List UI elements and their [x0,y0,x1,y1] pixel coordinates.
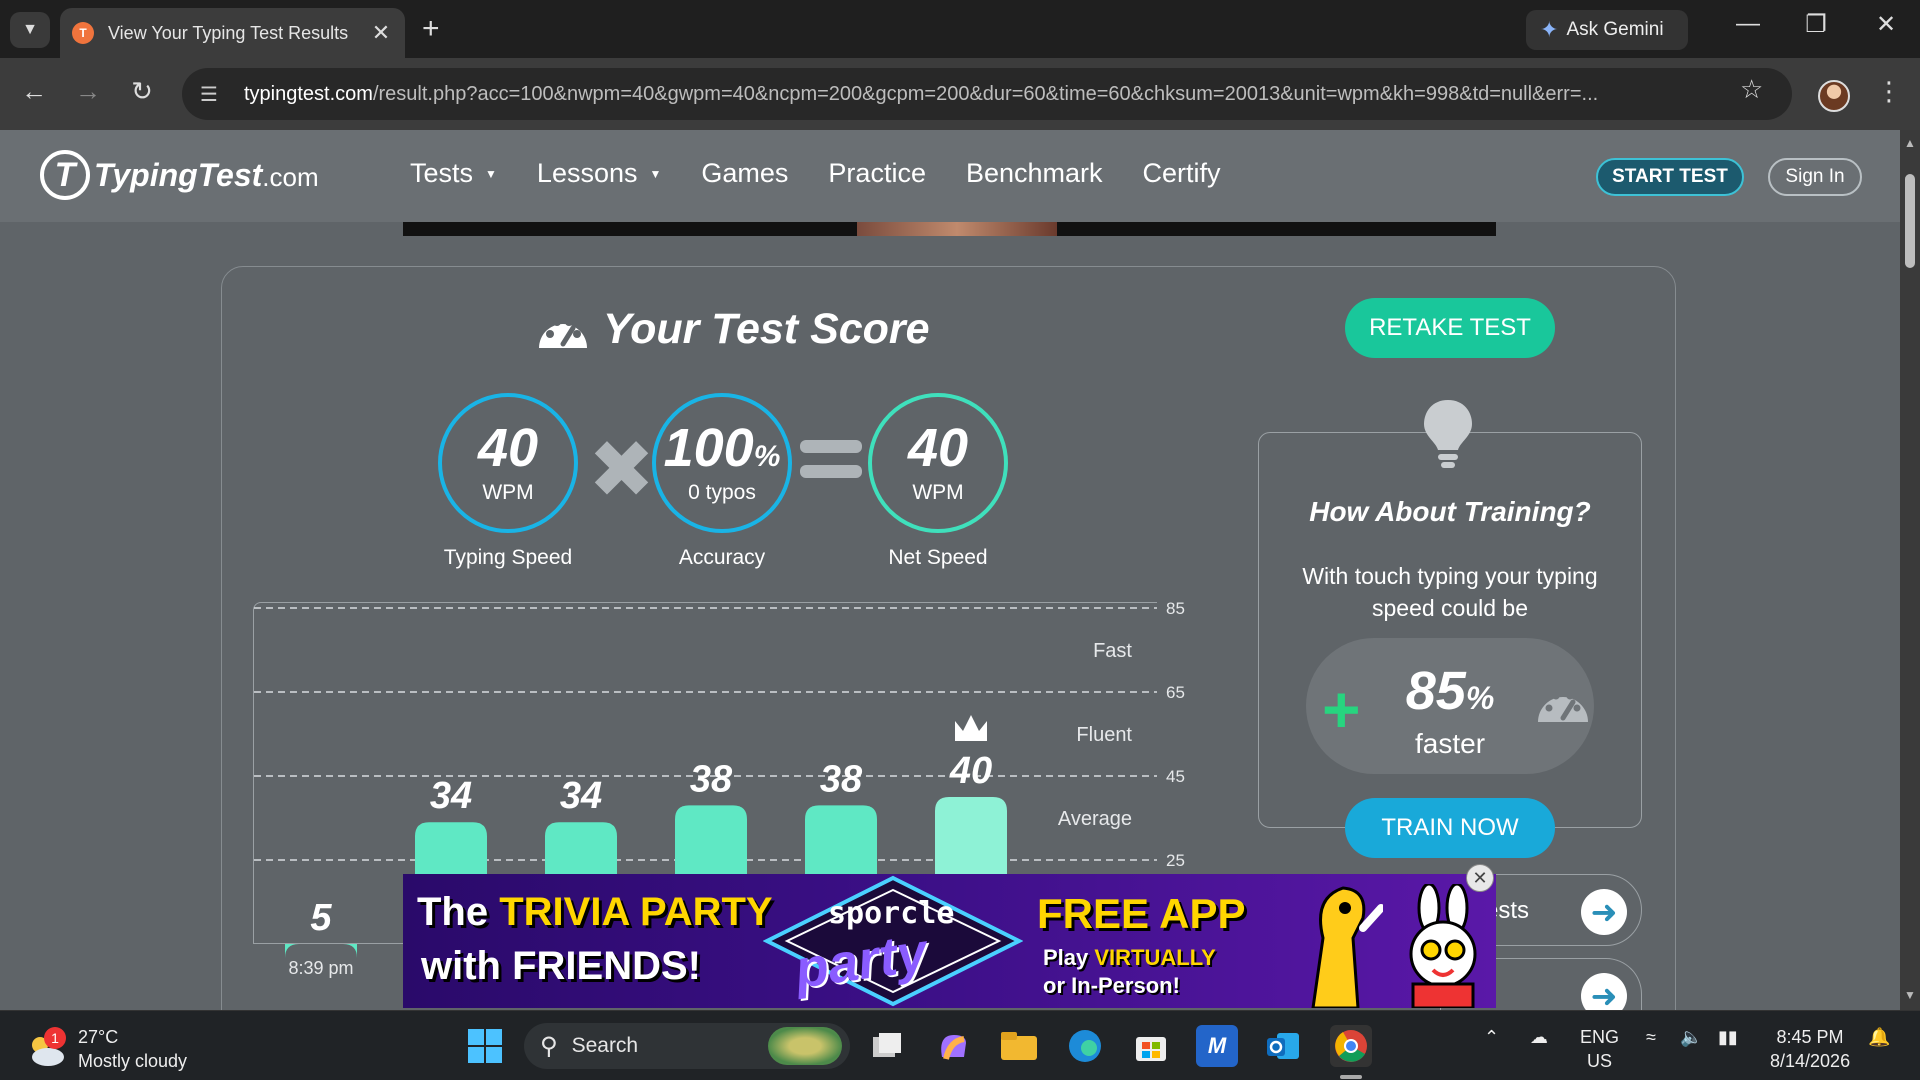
band-label: Average [1058,808,1132,830]
bar-value-label: 34 [430,775,472,817]
bookmark-star-icon[interactable]: ☆ [1740,74,1763,105]
restore-icon[interactable]: ❐ [1796,10,1836,39]
chrome-icon[interactable] [1330,1025,1372,1067]
ask-gemini-button[interactable]: ✦ Ask Gemini [1526,10,1688,50]
x-tick-label: 8:39 pm [288,958,353,978]
active-app-indicator [1340,1075,1362,1079]
close-window-icon[interactable]: ✕ [1866,10,1906,39]
y-tick-label: 25 [1166,851,1185,870]
arrow-right-icon[interactable]: ➜ [1581,889,1627,935]
lightbulb-icon [1424,400,1472,468]
ad-headline-2: with FRIENDS! [421,944,701,988]
search-highlight-image [768,1027,842,1065]
onedrive-icon[interactable]: ☁ [1530,1025,1548,1049]
ad-bunny-icon [1409,884,1477,1008]
page-scrollbar[interactable]: ▲ ▼ [1900,130,1920,1010]
bar-value-label: 5 [310,897,332,939]
search-icon: ⚲ [540,1032,558,1060]
ad-play-text: Play VIRTUALLY or In-Person! [1043,945,1216,998]
minimize-icon[interactable]: — [1728,10,1768,38]
retake-test-button[interactable]: RETAKE TEST [1345,298,1555,358]
improvement-percent: 85% [1405,661,1495,721]
microsoft-store-icon[interactable] [1130,1025,1172,1067]
windows-taskbar: 1 27°C Mostly cloudy ⚲ Search M ⌃ ☁ ENG US… [0,1010,1920,1080]
crown-icon [955,715,987,741]
gemini-sparkle-icon: ✦ [1540,17,1559,42]
show-hidden-icons[interactable]: ⌃ [1484,1025,1499,1049]
y-tick-label: 65 [1166,683,1185,702]
scroll-up-icon[interactable]: ▲ [1904,136,1916,150]
bar-value-label: 40 [949,750,992,792]
band-label: Fast [1093,640,1132,662]
clock[interactable]: 8:45 PM 8/14/2026 [1770,1025,1850,1073]
weather-alert-badge: 1 [44,1027,66,1049]
copilot-icon[interactable] [932,1025,974,1067]
y-tick-label: 45 [1166,767,1185,786]
history-chart: 25 45 65 85 Average Fluent Fast 5 8:39 pm 34 34 38 3… [254,599,1185,978]
browser-menu-icon[interactable]: ⋮ [1876,76,1902,107]
band-label: Fluent [1076,724,1132,746]
volume-icon[interactable]: 🔈 [1680,1025,1702,1049]
ad-free-app: FREE APP [1037,890,1246,937]
battery-icon[interactable]: ▮▮ [1718,1025,1738,1049]
training-text: With touch typing your typing speed coul… [1302,563,1598,621]
scroll-down-icon[interactable]: ▼ [1904,988,1916,1002]
speedometer-icon [1538,692,1588,722]
faster-label: faster [1414,728,1486,759]
ad-mascot-icon [1311,886,1383,1008]
plus-icon: + [1322,672,1361,746]
weather-condition: Mostly cloudy [78,1051,188,1071]
ad-close-button[interactable]: ✕ [1466,864,1494,892]
notifications-icon[interactable]: 🔔 [1868,1025,1890,1049]
y-tick-label: 85 [1166,599,1185,618]
bar-value-label: 38 [820,758,863,800]
start-test-button[interactable]: START TEST [1596,158,1744,196]
file-explorer-icon[interactable] [998,1025,1040,1067]
taskbar-search[interactable]: ⚲ Search [524,1023,850,1069]
training-title: How About Training? [1309,496,1591,527]
train-now-button[interactable]: TRAIN NOW [1345,798,1555,858]
ask-gemini-label: Ask Gemini [1566,19,1664,40]
chart-bar [285,944,357,958]
profile-avatar[interactable] [1818,80,1850,112]
sign-in-button[interactable]: Sign In [1768,158,1862,196]
scroll-thumb[interactable] [1905,174,1915,268]
task-view-icon[interactable] [866,1025,908,1067]
wifi-icon[interactable]: ≈ [1646,1025,1656,1049]
app-shortcut-icon[interactable]: M [1196,1025,1238,1067]
bar-value-label: 38 [690,758,733,800]
input-language[interactable]: ENG US [1580,1025,1619,1073]
cloudy-weather-icon: 1 [26,1027,66,1067]
sporcle-ad-banner[interactable]: The TRIVIA PARTY with FRIENDS! sporcle p… [403,874,1496,1008]
edge-browser-icon[interactable] [1064,1025,1106,1067]
ad-headline-1: The TRIVIA PARTY [417,890,773,934]
windows-start-icon[interactable] [464,1025,506,1067]
outlook-icon[interactable] [1262,1025,1304,1067]
taskbar-search-label: Search [571,1034,639,1057]
weather-widget[interactable]: 1 27°C Mostly cloudy [26,1025,187,1073]
temperature: 27°C [78,1027,119,1047]
bar-value-label: 34 [560,775,602,817]
